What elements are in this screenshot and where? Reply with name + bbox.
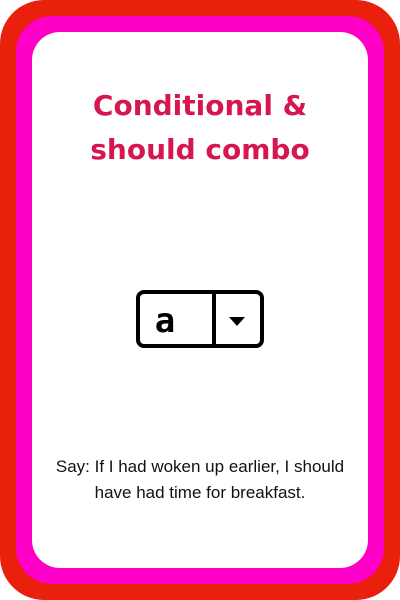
card-title: Conditional & should combo (0, 84, 400, 172)
card-instruction-text: Say: If I had woken up earlier, I should… (55, 457, 345, 502)
dropdown-select-graphic: a (136, 290, 264, 348)
dropdown-select-illustration: a (136, 290, 264, 348)
card-title-line-1: Conditional & (92, 89, 308, 122)
card-title-line-2: should combo (90, 133, 310, 166)
dropdown-value: a (155, 301, 175, 341)
